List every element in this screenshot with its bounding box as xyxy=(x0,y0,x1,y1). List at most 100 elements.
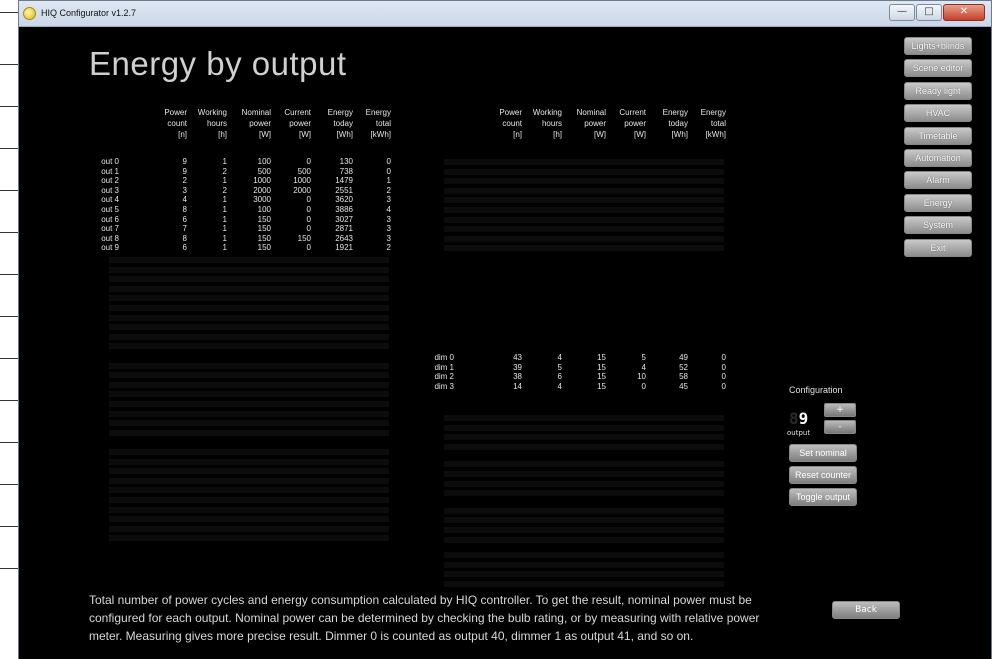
table-row: out 8 8 1 150 150 2643 3 xyxy=(89,234,409,244)
sidebar-button-alarm[interactable]: Alarm xyxy=(904,171,972,190)
table-row: out 3 3 2 2000 2000 2551 2 xyxy=(89,186,409,196)
page-title: Energy by output xyxy=(89,45,347,82)
table-cell: 0 xyxy=(721,362,726,372)
close-button[interactable]: ✕ xyxy=(943,4,985,21)
back-button[interactable]: Back xyxy=(832,601,900,619)
empty-row xyxy=(89,525,389,532)
row-label: dim 0 xyxy=(434,353,454,362)
maximize-button[interactable]: □ xyxy=(916,4,942,21)
table-cell: 15 xyxy=(597,353,606,362)
row-label: out 7 xyxy=(101,224,119,234)
description-text: Total number of power cycles and energy … xyxy=(89,593,760,643)
window-title: HIQ Configurator v1.2.7 xyxy=(41,8,137,18)
table-cell: 0 xyxy=(386,166,391,176)
empty-row xyxy=(424,490,724,497)
set-nominal-button[interactable]: Set nominal xyxy=(789,444,857,462)
table-cell: 15 xyxy=(597,381,606,391)
table-cell: 7 xyxy=(182,224,187,234)
empty-row xyxy=(89,535,389,542)
table-row: out 9 6 1 150 0 1921 2 xyxy=(89,243,409,253)
sidebar-button-scene-editor[interactable]: Scene editor xyxy=(904,59,972,78)
increment-button[interactable]: + xyxy=(824,403,856,417)
empty-row xyxy=(89,487,389,494)
sidebar-button-exit[interactable]: Exit xyxy=(904,238,972,257)
table-cell: 3 xyxy=(386,233,391,243)
table-cell: 4 xyxy=(557,353,562,362)
reset-counter-button[interactable]: Reset counter xyxy=(789,466,857,484)
minimize-button[interactable]: — xyxy=(889,4,915,21)
row-label: dim 1 xyxy=(434,362,454,372)
sidebar-button-hvac[interactable]: HVAC xyxy=(904,104,972,123)
table-cell: 3886 xyxy=(335,205,353,214)
toggle-output-button[interactable]: Toggle output xyxy=(789,488,857,506)
column-header: Energy total [kWh] xyxy=(676,107,726,140)
column-header-line: hours xyxy=(206,119,227,128)
table-row: dim 0 43 4 15 5 49 0 xyxy=(424,353,744,363)
table-cell: 500 xyxy=(297,166,311,176)
row-label: out 2 xyxy=(101,176,119,186)
empty-row xyxy=(89,516,389,523)
table-cell: 3027 xyxy=(335,214,353,224)
empty-row xyxy=(424,471,724,477)
table-cell: 1 xyxy=(222,243,227,253)
table-cell: 150 xyxy=(297,233,311,243)
app-icon xyxy=(23,7,36,20)
table-cell: 2 xyxy=(182,176,187,186)
empty-row xyxy=(424,552,724,559)
table-cell: 130 xyxy=(339,157,353,166)
table-row: out 2 2 1 1000 1000 1479 1 xyxy=(89,176,409,186)
sidebar-button-timetable[interactable]: Timetable xyxy=(904,126,972,145)
row-label: out 5 xyxy=(101,205,119,214)
row-label: dim 2 xyxy=(434,372,454,382)
table-cell: 0 xyxy=(306,243,311,253)
table-cell: 4 xyxy=(182,195,187,205)
column-header: Working hours [h] xyxy=(512,107,562,140)
table-cell: 2 xyxy=(222,166,227,176)
table-cell: 6 xyxy=(557,372,562,382)
table-cell: 8 xyxy=(182,205,187,214)
column-header-line: [h] xyxy=(218,130,227,139)
column-header-line: [h] xyxy=(553,130,562,139)
row-label: out 3 xyxy=(101,185,119,195)
empty-row xyxy=(89,410,389,417)
empty-row xyxy=(89,458,389,465)
table-row: out 4 4 1 3000 0 3620 3 xyxy=(89,195,409,205)
empty-row xyxy=(424,197,724,204)
table-cell: 0 xyxy=(306,157,311,166)
row-label: out 9 xyxy=(101,243,119,253)
output-number-display: 89 xyxy=(789,409,808,428)
table-row: dim 3 14 4 15 0 45 0 xyxy=(424,382,744,392)
table-cell: 52 xyxy=(679,362,688,372)
empty-row xyxy=(89,343,389,350)
sidebar-button-ready-light[interactable]: Ready light xyxy=(904,81,972,100)
table-cell: 150 xyxy=(257,233,271,243)
table-cell: 2643 xyxy=(335,233,353,243)
empty-row xyxy=(89,477,389,484)
decrement-button[interactable]: - xyxy=(824,420,856,434)
table-cell: 0 xyxy=(721,353,726,362)
table-cell: 1 xyxy=(222,176,227,186)
empty-row xyxy=(89,506,389,513)
empty-row xyxy=(89,497,389,503)
sidebar-button-energy[interactable]: Energy xyxy=(904,193,972,212)
table-cell: 1 xyxy=(222,224,227,234)
empty-row xyxy=(89,276,389,283)
table-row: out 6 6 1 150 0 3027 3 xyxy=(89,215,409,225)
empty-row xyxy=(424,245,724,252)
table-cell: 0 xyxy=(306,224,311,234)
column-header-line: [kWh] xyxy=(370,130,391,139)
empty-row xyxy=(424,226,724,233)
empty-row xyxy=(424,178,724,185)
sidebar-button-lights-blinds[interactable]: Lights+blinds xyxy=(904,37,972,55)
sidebar-button-automation[interactable]: Automation xyxy=(904,149,972,167)
column-header-line: Energy xyxy=(700,108,726,117)
sidebar-button-system[interactable]: System xyxy=(904,216,972,235)
table-cell: 1 xyxy=(222,205,227,214)
row-label: out 4 xyxy=(101,195,119,205)
dimmers-table: Power count [n] Working hours [h] Nominal power… xyxy=(424,107,744,587)
table-cell: 0 xyxy=(306,214,311,224)
table-cell: 14 xyxy=(513,381,522,391)
table-cell: 2000 xyxy=(253,185,271,195)
digit-on: 9 xyxy=(798,409,809,428)
table-cell: 150 xyxy=(257,243,271,253)
